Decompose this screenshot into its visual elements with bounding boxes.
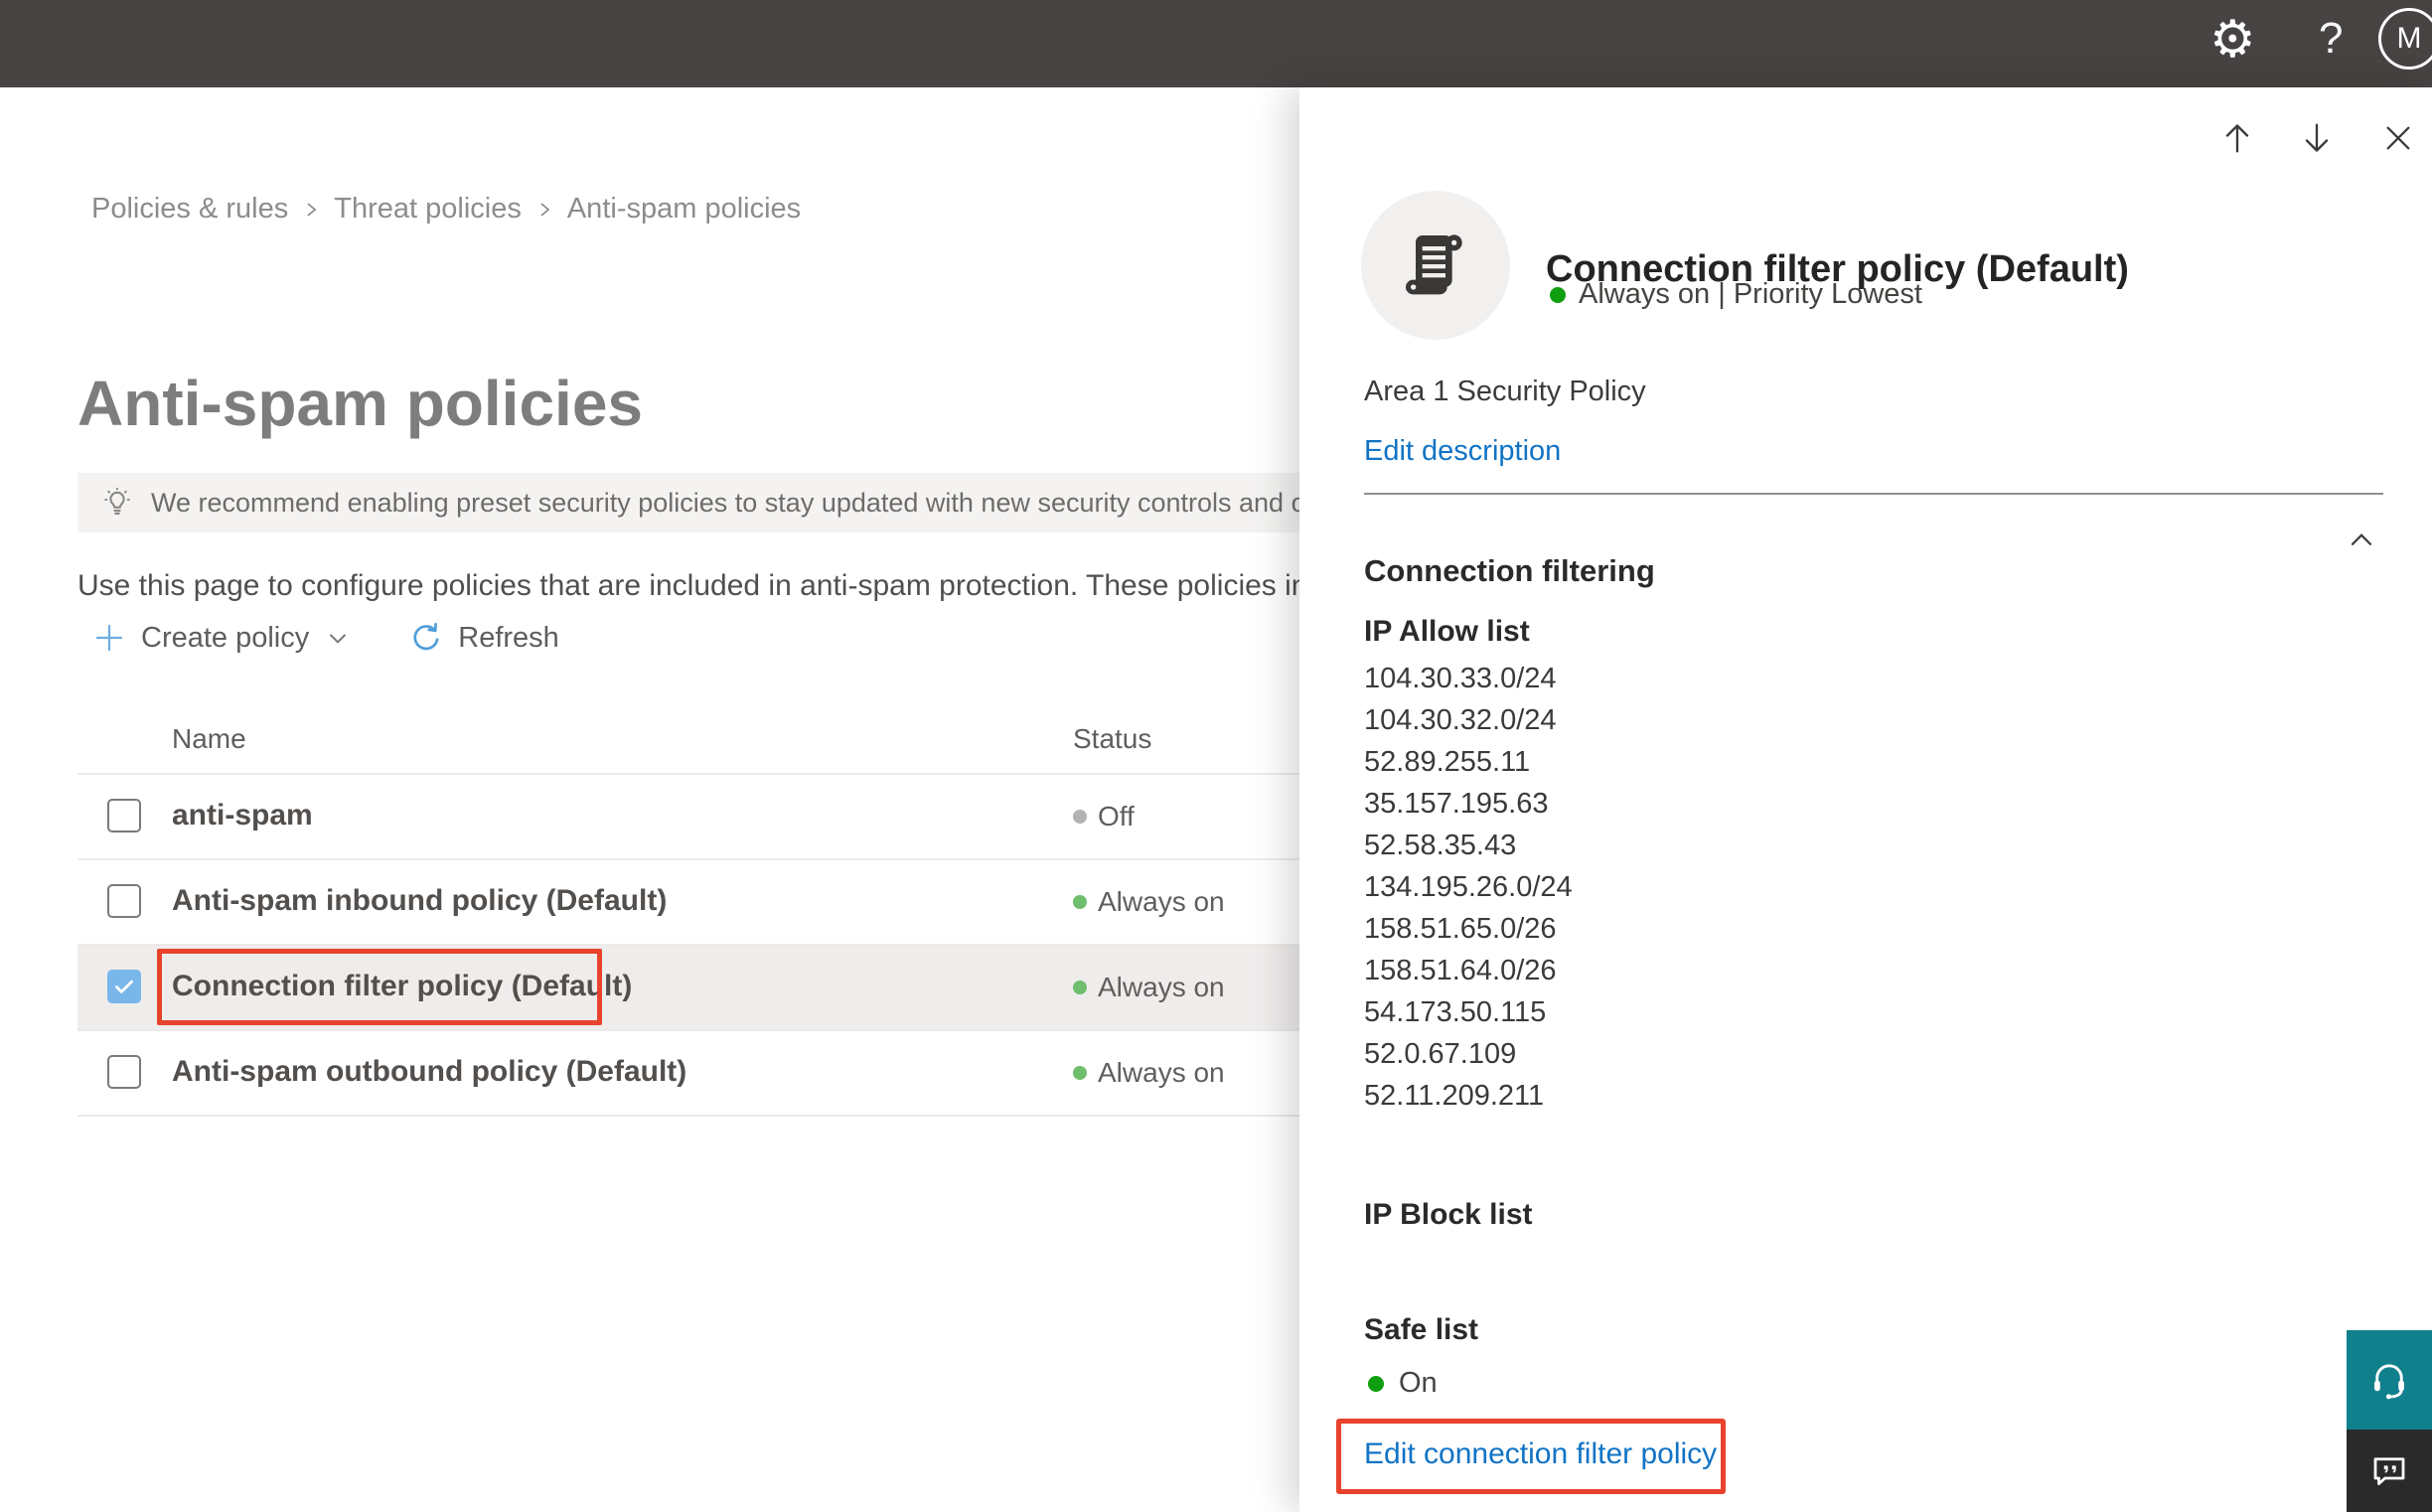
breadcrumb-anti-spam-policies[interactable]: Anti-spam policies (567, 193, 801, 226)
policy-description: Area 1 Security Policy (1364, 376, 1646, 407)
breadcrumb: Policies & rules Threat policies Anti-sp… (91, 193, 801, 226)
chevron-down-icon (330, 634, 347, 644)
safe-list-status-label: On (1399, 1367, 1438, 1399)
lightbulb-icon (104, 487, 130, 515)
flyout-status-line: Always on | Priority Lowest (1550, 278, 1922, 311)
status-badge: Always on (1073, 860, 1225, 944)
status-dot (1550, 286, 1566, 303)
safe-list-label: Safe list (1364, 1313, 1479, 1346)
chevron-right-icon (307, 202, 317, 217)
ip-address-item: 35.157.195.63 (1364, 788, 1549, 820)
policy-icon-circle (1361, 191, 1510, 340)
policy-name: anti-spam (172, 799, 313, 832)
table-row[interactable]: anti-spam Off (77, 775, 1299, 860)
status-label: Off (1098, 801, 1135, 832)
ip-address-item: 52.89.255.11 (1364, 746, 1531, 778)
status-dot (1073, 895, 1087, 909)
status-dot (1073, 981, 1087, 994)
status-dot (1073, 1066, 1087, 1080)
scroll-policy-icon (1406, 234, 1462, 295)
table-row-selected[interactable]: Connection filter policy (Default) Alway… (77, 946, 1299, 1031)
status-dot (1368, 1375, 1384, 1392)
ip-address-item: 104.30.32.0/24 (1364, 704, 1557, 736)
avatar[interactable]: M (2378, 8, 2432, 70)
plus-icon (95, 624, 123, 652)
arrow-up-icon (2225, 124, 2249, 153)
safe-list-status: On (1368, 1367, 1438, 1400)
topbar: ⚙ ? M (0, 0, 2432, 87)
feedback-button[interactable] (2347, 1430, 2432, 1512)
column-header-status[interactable]: Status (1073, 723, 1151, 755)
status-badge: Always on (1073, 1031, 1225, 1115)
row-checkbox[interactable] (107, 970, 141, 1003)
refresh-icon (413, 622, 439, 651)
status-label: Always on (1098, 1057, 1225, 1088)
column-header-name[interactable]: Name (172, 723, 246, 755)
status-priority-label: Always on | Priority Lowest (1579, 278, 1922, 310)
toolbar: Create policy Refresh (77, 612, 559, 664)
create-policy-label: Create policy (141, 621, 310, 654)
status-dot (1073, 810, 1087, 824)
row-checkbox[interactable] (107, 1055, 141, 1089)
policy-name: Anti-spam inbound policy (Default) (172, 884, 668, 917)
refresh-label: Refresh (458, 621, 559, 654)
ip-address-item: 104.30.33.0/24 (1364, 663, 1557, 694)
ip-allow-list-label: IP Allow list (1364, 615, 1530, 648)
refresh-button[interactable]: Refresh (408, 620, 559, 656)
ip-address-item: 52.58.35.43 (1364, 830, 1517, 861)
policy-table: Name Status anti-spam Off Anti-spam inbo… (77, 707, 1299, 1117)
breadcrumb-policies-rules[interactable]: Policies & rules (91, 193, 288, 226)
close-icon[interactable] (2375, 115, 2421, 161)
ip-address-item: 134.195.26.0/24 (1364, 871, 1573, 903)
ip-allow-list: 104.30.33.0/24 104.30.32.0/24 52.89.255.… (1364, 658, 1573, 1117)
ip-address-item: 158.51.65.0/26 (1364, 913, 1557, 945)
status-badge: Off (1073, 775, 1135, 858)
policy-name: Anti-spam outbound policy (Default) (172, 1055, 687, 1088)
ip-address-item: 54.173.50.115 (1364, 996, 1547, 1028)
edit-connection-filter-policy-link[interactable]: Edit connection filter policy (1364, 1437, 1717, 1471)
table-row[interactable]: Anti-spam outbound policy (Default) Alwa… (77, 1031, 1299, 1117)
table-row[interactable]: Anti-spam inbound policy (Default) Alway… (77, 860, 1299, 946)
status-label: Always on (1098, 972, 1225, 1002)
page-title: Anti-spam policies (77, 367, 643, 439)
next-item-button[interactable] (2294, 115, 2340, 161)
row-checkbox[interactable] (107, 884, 141, 918)
section-connection-filtering[interactable]: Connection filtering (1364, 553, 1655, 589)
close-x-icon (2386, 126, 2410, 150)
support-button[interactable] (2347, 1330, 2432, 1430)
ip-address-item: 52.11.209.211 (1364, 1080, 1545, 1112)
banner-text: We recommend enabling preset security po… (151, 487, 1449, 518)
status-label: Always on (1098, 886, 1225, 917)
ip-address-item: 158.51.64.0/26 (1364, 955, 1557, 986)
previous-item-button[interactable] (2214, 115, 2260, 161)
arrow-down-icon (2305, 123, 2329, 152)
policy-name: Connection filter policy (Default) (172, 970, 633, 1002)
check-icon (115, 980, 133, 993)
policy-details-flyout: Connection filter policy (Default) Alway… (1299, 87, 2432, 1512)
chevron-up-icon[interactable] (2344, 523, 2379, 563)
breadcrumb-threat-policies[interactable]: Threat policies (334, 193, 522, 226)
status-badge: Always on (1073, 946, 1225, 1029)
chevron-right-icon (540, 202, 550, 217)
avatar-initial: M (2396, 22, 2422, 55)
feedback-chat-icon (2373, 1456, 2405, 1485)
help-icon[interactable]: ? (2319, 10, 2343, 68)
row-checkbox[interactable] (107, 799, 141, 832)
settings-gear-icon[interactable]: ⚙ (2209, 8, 2256, 72)
table-header: Name Status (77, 707, 1299, 775)
headset-icon (2374, 1364, 2404, 1400)
page-description: Use this page to configure policies that… (77, 569, 1380, 602)
create-policy-button[interactable]: Create policy (91, 620, 353, 656)
ip-block-list-label: IP Block list (1364, 1198, 1533, 1231)
ip-address-item: 52.0.67.109 (1364, 1038, 1517, 1070)
edit-description-link[interactable]: Edit description (1364, 435, 1561, 468)
divider (1364, 493, 2383, 495)
